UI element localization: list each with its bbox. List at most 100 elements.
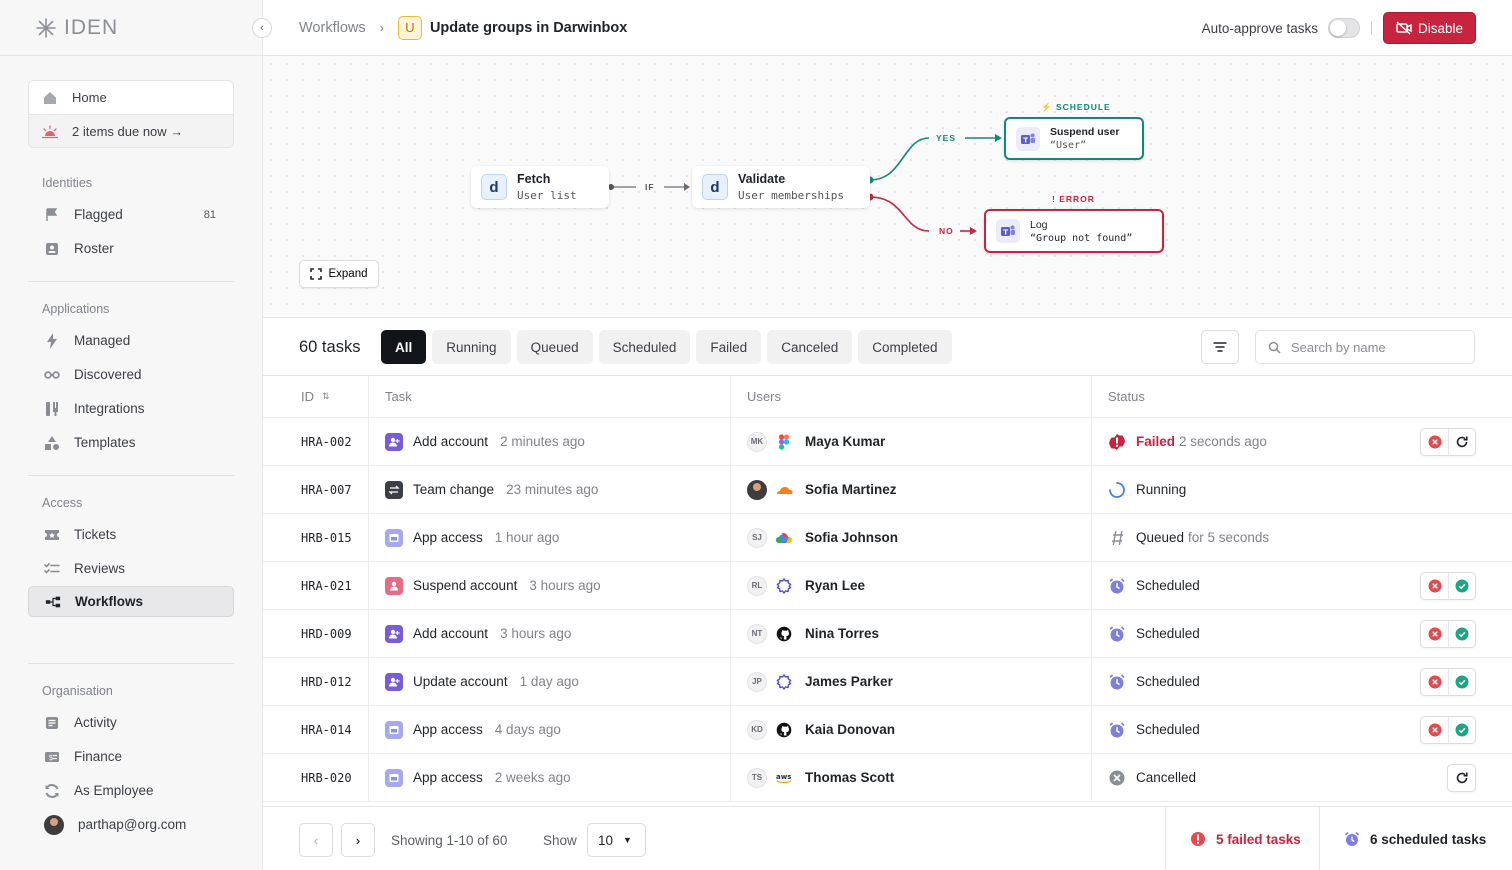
approve-task-button[interactable] bbox=[1448, 717, 1475, 743]
sidebar-item-reviews[interactable]: Reviews bbox=[28, 553, 234, 584]
sidebar-item-home[interactable]: Home bbox=[29, 81, 233, 114]
sidebar-item-tickets[interactable]: Tickets bbox=[28, 519, 234, 550]
flagged-count: 81 bbox=[203, 208, 216, 221]
approve-task-button[interactable] bbox=[1448, 573, 1475, 599]
page-size-select[interactable]: 10 ▼ bbox=[587, 823, 646, 857]
approve-task-button[interactable] bbox=[1448, 669, 1475, 695]
failed-tasks-summary[interactable]: 5 failed tasks bbox=[1165, 807, 1319, 870]
user-name[interactable]: Ryan Lee bbox=[805, 578, 865, 593]
table-row[interactable]: HRB-015 App access 1 hour ago SJ Sofia J… bbox=[263, 514, 1512, 562]
collapse-sidebar-button[interactable]: ‹ bbox=[252, 18, 272, 38]
scheduled-tasks-summary[interactable]: 6 scheduled tasks bbox=[1319, 807, 1512, 870]
user-name[interactable]: Thomas Scott bbox=[805, 770, 894, 785]
table-row[interactable]: HRA-007 Team change 23 minutes ago Sofia… bbox=[263, 466, 1512, 514]
suspend-account-icon bbox=[385, 576, 403, 595]
table-row[interactable]: HRA-021 Suspend account 3 hours ago RL R… bbox=[263, 562, 1512, 610]
logo-icon bbox=[36, 18, 56, 38]
row-actions bbox=[1447, 764, 1476, 792]
cancel-task-button[interactable] bbox=[1421, 717, 1448, 743]
task-id: HRB-020 bbox=[263, 754, 369, 801]
sidebar-item-integrations[interactable]: Integrations bbox=[28, 393, 234, 424]
tab-scheduled[interactable]: Scheduled bbox=[598, 330, 691, 364]
section-organisation: Organisation bbox=[42, 684, 113, 698]
tab-canceled[interactable]: Canceled bbox=[767, 330, 853, 364]
table-row[interactable]: HRD-009 Add account 3 hours ago NT Nina … bbox=[263, 610, 1512, 658]
node-log[interactable]: T Log “Group not found” bbox=[984, 209, 1164, 253]
node-suspend-user[interactable]: T Suspend user “User” bbox=[1004, 117, 1144, 160]
sidebar-item-finance[interactable]: $ Finance bbox=[28, 741, 234, 772]
sidebar-item-managed[interactable]: Managed bbox=[28, 325, 234, 356]
retry-task-button[interactable] bbox=[1448, 429, 1475, 455]
tab-failed[interactable]: Failed bbox=[696, 330, 762, 364]
sidebar-item-activity[interactable]: Activity bbox=[28, 707, 234, 738]
cancel-task-button[interactable] bbox=[1421, 429, 1448, 455]
node-validate[interactable]: d Validate User memberships bbox=[692, 166, 870, 208]
search-icon bbox=[1268, 341, 1281, 354]
user-cell: SJ Sofia Johnson bbox=[731, 514, 1092, 561]
sidebar-item-templates[interactable]: Templates bbox=[28, 427, 234, 458]
user-name[interactable]: Sofia Johnson bbox=[805, 530, 898, 545]
user-name[interactable]: Maya Kumar bbox=[805, 434, 885, 449]
prev-page-button[interactable]: ‹ bbox=[299, 823, 333, 857]
node-subtitle: “User” bbox=[1050, 140, 1087, 151]
approve-task-button[interactable] bbox=[1448, 621, 1475, 647]
svg-text:T: T bbox=[1023, 136, 1028, 144]
spinner-icon bbox=[1108, 481, 1126, 499]
cancel-task-button[interactable] bbox=[1421, 621, 1448, 647]
retry-task-button[interactable] bbox=[1448, 765, 1475, 791]
table-row[interactable]: HRD-012 Update account 1 day ago JP Jame… bbox=[263, 658, 1512, 706]
tab-completed[interactable]: Completed bbox=[858, 330, 952, 364]
chevron-left-icon: ‹ bbox=[260, 22, 264, 34]
alarm-clock-icon bbox=[1108, 577, 1126, 595]
sidebar-item-discovered[interactable]: Discovered bbox=[28, 359, 234, 390]
user-name[interactable]: James Parker bbox=[805, 674, 893, 689]
column-id[interactable]: ID ⇅ bbox=[263, 376, 369, 417]
divider bbox=[1370, 21, 1372, 35]
node-fetch[interactable]: d Fetch User list bbox=[471, 166, 609, 208]
tab-running[interactable]: Running bbox=[432, 330, 511, 364]
user-initials: SJ bbox=[747, 527, 767, 548]
expand-button[interactable]: Expand bbox=[299, 260, 379, 288]
sidebar-item-as-employee[interactable]: As Employee bbox=[28, 775, 234, 806]
next-page-button[interactable]: › bbox=[341, 823, 375, 857]
breadcrumb-workflows[interactable]: Workflows bbox=[299, 20, 366, 36]
workflow-canvas[interactable]: IF YES NO d Fetch User list d Validate U… bbox=[263, 56, 1512, 318]
cancel-task-button[interactable] bbox=[1421, 573, 1448, 599]
status-cell: Cancelled bbox=[1092, 754, 1512, 801]
sidebar-item-workflows[interactable]: Workflows bbox=[28, 586, 234, 617]
switch-icon bbox=[44, 783, 60, 799]
sidebar-item-flagged[interactable]: Flagged 81 bbox=[28, 199, 234, 230]
tab-all[interactable]: All bbox=[381, 330, 427, 364]
filter-button[interactable] bbox=[1201, 330, 1239, 364]
chevron-right-icon: › bbox=[379, 20, 384, 35]
x-circle-icon bbox=[1428, 723, 1442, 737]
tab-queued[interactable]: Queued bbox=[516, 330, 593, 364]
user-name[interactable]: Sofia Martinez bbox=[805, 482, 897, 497]
task-name: Add account bbox=[413, 434, 489, 449]
node-tag-error: ! ERROR bbox=[1052, 194, 1095, 204]
sidebar-user-account[interactable]: parthap@org.com bbox=[28, 809, 234, 840]
add-user-icon bbox=[385, 672, 403, 691]
table-row[interactable]: HRB-020 App access 2 weeks ago TS aws Th… bbox=[263, 754, 1512, 802]
task-name: Team change bbox=[413, 482, 495, 497]
check-circle-icon bbox=[1455, 579, 1469, 593]
table-row[interactable]: HRA-002 Add account 2 minutes ago MK May… bbox=[263, 418, 1512, 466]
user-cell: RL Ryan Lee bbox=[731, 562, 1092, 609]
auto-approve-toggle[interactable] bbox=[1327, 18, 1360, 38]
cancel-task-button[interactable] bbox=[1421, 669, 1448, 695]
search-box bbox=[1255, 330, 1475, 364]
sidebar: IDEN Home 2 items due now → Identities F… bbox=[0, 0, 263, 870]
row-actions bbox=[1420, 668, 1476, 696]
due-items-link[interactable]: 2 items due now → bbox=[29, 114, 233, 147]
alarm-clock-icon bbox=[1344, 831, 1360, 846]
disable-button[interactable]: Disable bbox=[1382, 12, 1476, 44]
user-name[interactable]: Kaia Donovan bbox=[805, 722, 895, 737]
app-logo[interactable]: IDEN bbox=[36, 14, 118, 42]
user-name[interactable]: Nina Torres bbox=[805, 626, 879, 641]
search-input[interactable] bbox=[1291, 339, 1451, 355]
sidebar-item-roster[interactable]: Roster bbox=[28, 233, 234, 264]
table-row[interactable]: HRA-014 App access 4 days ago KD Kaia Do… bbox=[263, 706, 1512, 754]
darwinbox-logo-icon: d bbox=[481, 174, 507, 200]
home-label: Home bbox=[72, 90, 107, 105]
row-actions bbox=[1420, 716, 1476, 744]
